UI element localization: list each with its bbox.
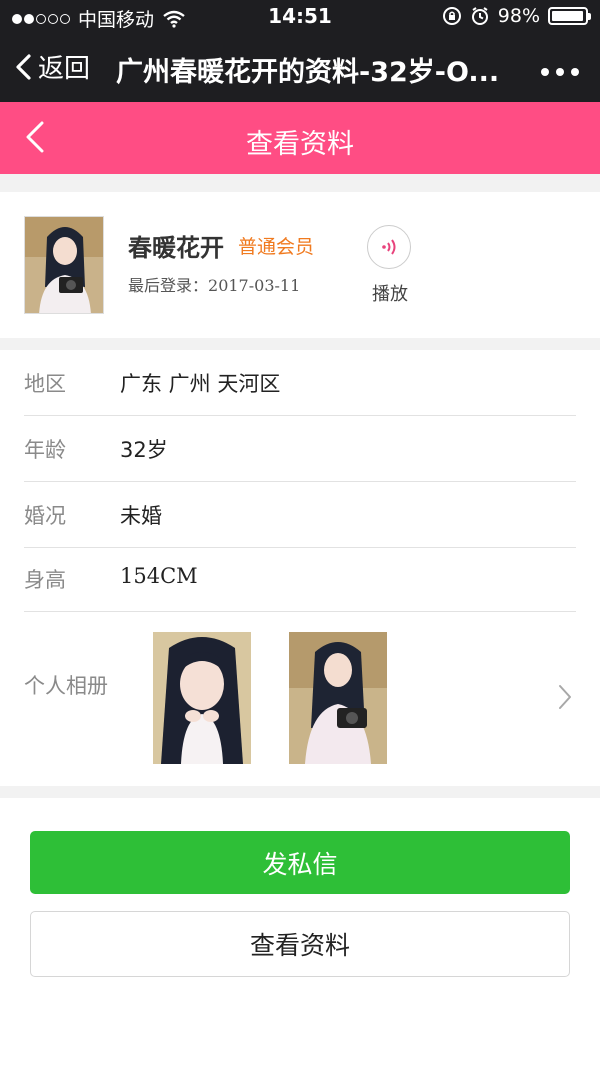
more-dots-icon[interactable] [540, 52, 580, 85]
voice-play-button[interactable] [367, 225, 411, 269]
alarm-icon [471, 7, 488, 25]
info-label: 婚况 [24, 504, 66, 528]
sound-wave-icon [382, 239, 396, 255]
info-value: 154CM [120, 564, 198, 588]
top-bar: 中国移动 14:51 98% 返回 广州春暖花开的资料-32岁-O... [0, 0, 600, 102]
last-login: 最后登录：2017-03-11 [128, 272, 300, 296]
section-divider [0, 338, 600, 350]
play-label[interactable]: 播放 [366, 280, 414, 306]
view-profile-button[interactable]: 查看资料 [30, 911, 570, 977]
info-row-marital: 婚况 未婚 [24, 482, 576, 548]
back-label: 返回 [38, 54, 91, 84]
profile-name: 春暖花开 [128, 234, 224, 262]
info-row-age: 年龄 32岁 [24, 416, 576, 482]
profile-card: 春暖花开 普通会员 最后登录：2017-03-11 播放 [0, 192, 600, 338]
back-button[interactable]: 返回 [14, 48, 90, 85]
album-photo[interactable] [289, 632, 387, 764]
status-right: 98% [442, 5, 591, 27]
last-login-date: 2017-03-11 [208, 276, 301, 295]
avatar[interactable] [24, 216, 104, 314]
info-value: 广东 广州 天河区 [120, 372, 281, 396]
page-title: 查看资料 [246, 129, 354, 160]
nav-title: 广州春暖花开的资料-32岁-O... [116, 57, 500, 88]
send-message-button[interactable]: 发私信 [30, 831, 570, 894]
info-row-region: 地区 广东 广州 天河区 [24, 350, 576, 416]
chevron-right-icon[interactable] [558, 684, 572, 710]
last-login-label: 最后登录： [128, 276, 209, 295]
section-divider [0, 786, 600, 798]
battery-percent: 98% [497, 5, 540, 27]
info-label: 年龄 [24, 438, 66, 462]
member-badge: 普通会员 [238, 236, 315, 258]
chevron-left-icon [16, 53, 31, 80]
info-row-height: 身高 154CM [24, 546, 576, 612]
section-divider [0, 174, 600, 192]
album-row[interactable]: 个人相册 [24, 612, 576, 786]
nav-bar: 返回 广州春暖花开的资料-32岁-O... [0, 40, 600, 96]
orientation-lock-icon [442, 7, 461, 25]
page-header: 查看资料 [0, 102, 600, 174]
info-value: 未婚 [120, 504, 162, 528]
profile-info-list: 地区 广东 广州 天河区 年龄 32岁 婚况 未婚 身高 154CM 个人相册 [0, 350, 600, 786]
info-value: 32岁 [120, 438, 168, 462]
album-label: 个人相册 [24, 674, 108, 698]
album-photo[interactable] [153, 632, 251, 764]
status-bar: 中国移动 14:51 98% [0, 0, 600, 34]
info-label: 地区 [24, 372, 66, 396]
battery-level [552, 11, 584, 21]
battery-icon [548, 7, 591, 25]
info-label: 身高 [24, 568, 66, 592]
